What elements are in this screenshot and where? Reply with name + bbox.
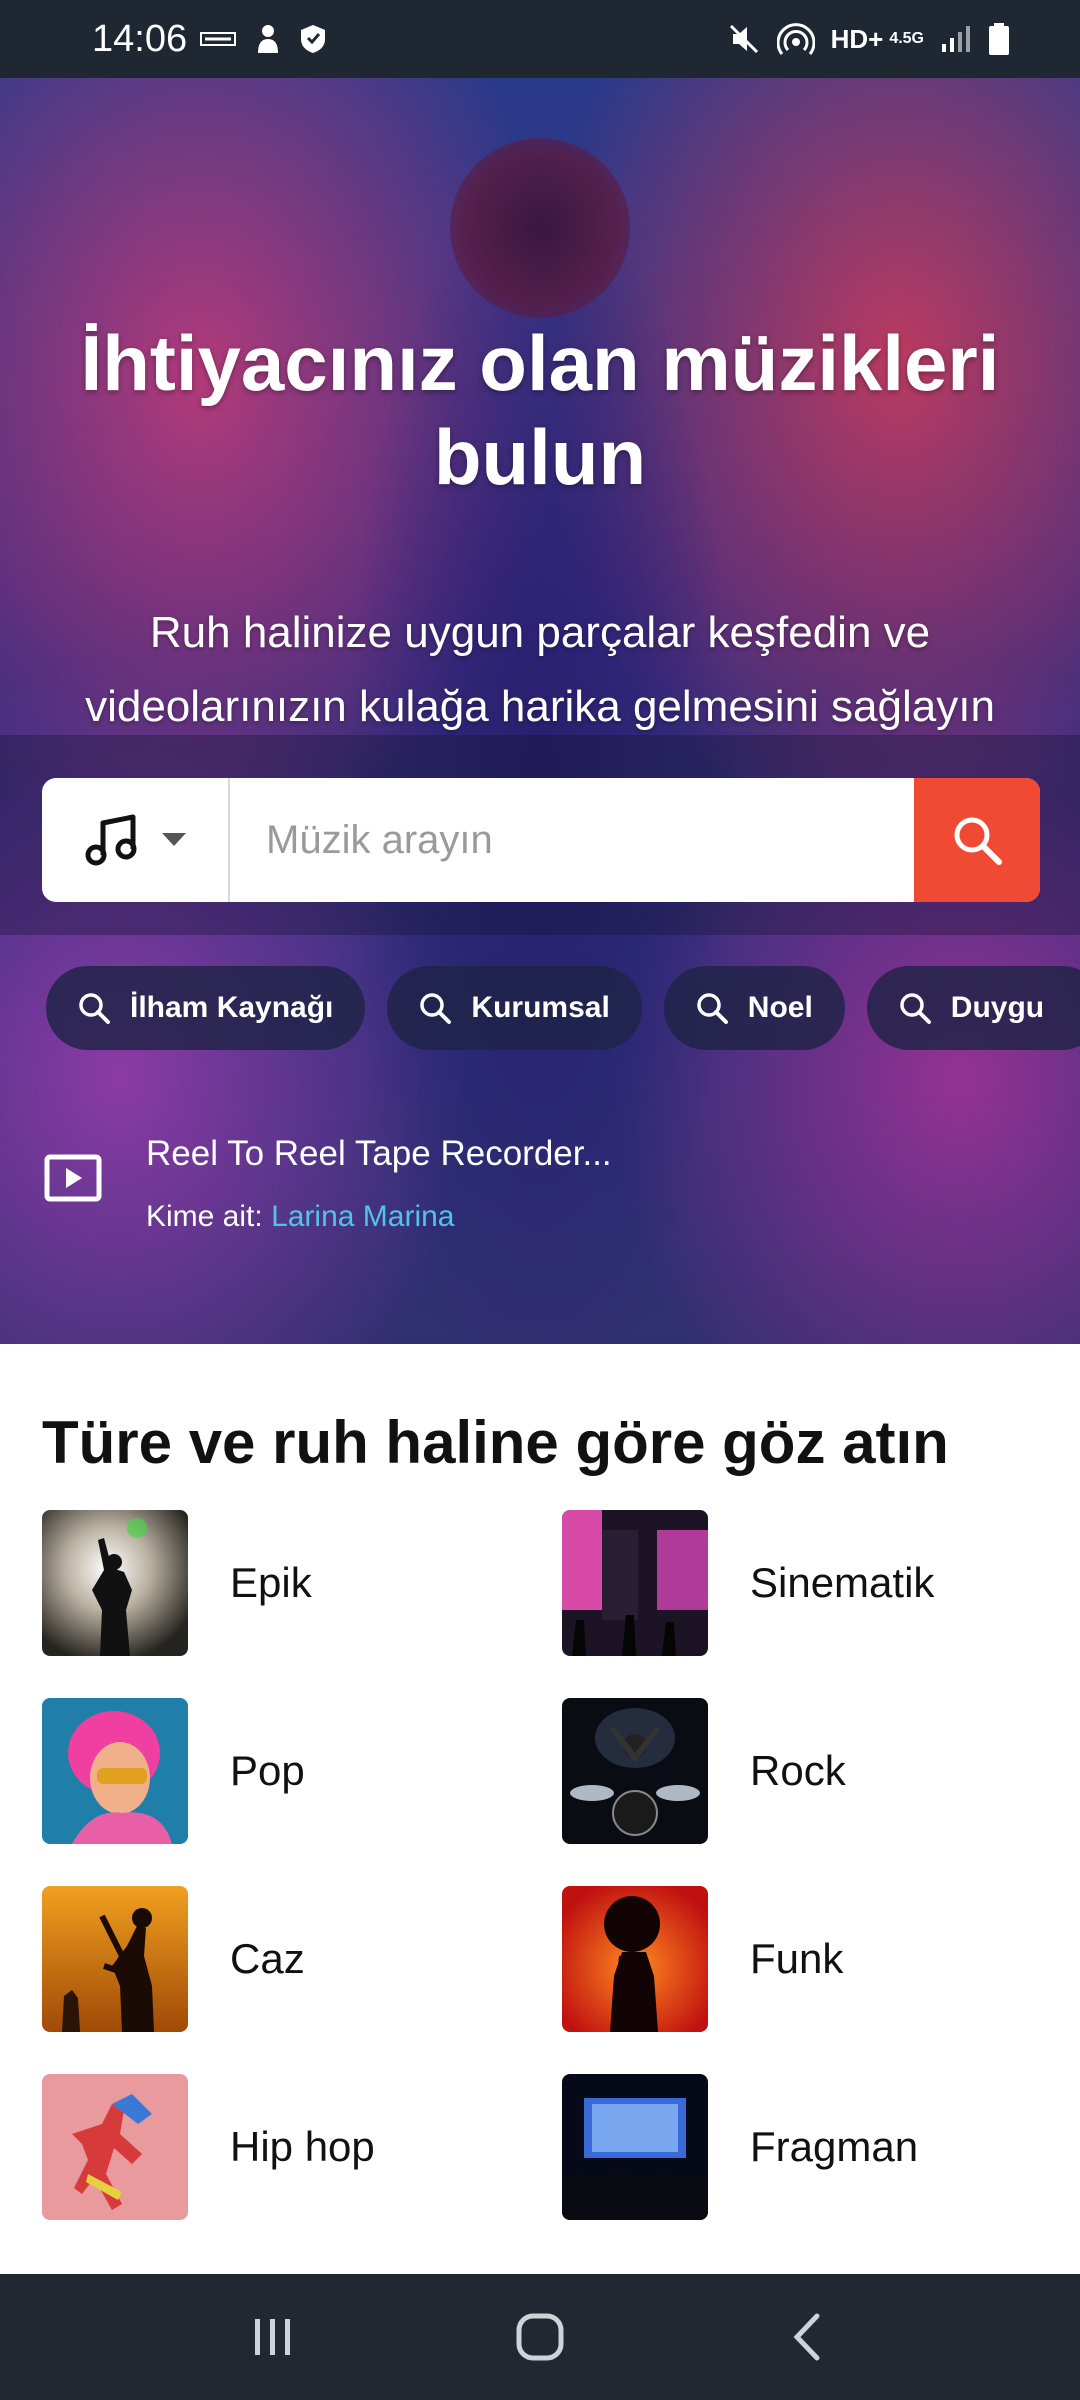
hero-title: İhtiyacınız olan müzikleri bulun: [40, 316, 1040, 504]
recents-icon: [255, 2319, 291, 2355]
hero-background-decoration: [450, 138, 630, 318]
home-button[interactable]: [480, 2292, 600, 2382]
now-playing-title[interactable]: Reel To Reel Tape Recorder...: [146, 1134, 612, 1174]
genre-label: Rock: [750, 1747, 846, 1794]
chip-label: İlham Kaynağı: [130, 991, 334, 1024]
search-icon: [697, 993, 728, 1024]
genre-label: Sinematik: [750, 1559, 935, 1606]
status-right-icons: HD+ 4.5G: [727, 18, 1010, 60]
shield-icon: [301, 25, 325, 53]
search-icon: [420, 993, 452, 1024]
genre-item-epik[interactable]: Epik: [42, 1510, 522, 1656]
genre-label: Fragman: [750, 2123, 919, 2170]
chip-kurumsal[interactable]: Kurumsal: [387, 966, 642, 1050]
search-icon: [79, 993, 110, 1024]
genre-thumbnail: [42, 1698, 188, 1844]
genre-thumbnail: [562, 1886, 708, 2032]
hotspot-icon: [776, 23, 815, 55]
hero-banner: İhtiyacınız olan müzikleri bulun Ruh hal…: [0, 78, 1080, 1344]
video-play-icon[interactable]: [44, 1154, 102, 1202]
genre-item-rock[interactable]: Rock: [562, 1698, 1042, 1844]
genre-item-sinematik[interactable]: Sinematik: [562, 1510, 1042, 1656]
genre-thumbnail: [562, 2074, 708, 2220]
genre-thumbnail: [42, 1510, 188, 1656]
genres-section-title: Türe ve ruh haline göre göz atın: [42, 1409, 949, 1476]
genre-item-hip-hop[interactable]: Hip hop: [42, 2074, 522, 2220]
author-link[interactable]: Larina Marina: [271, 1200, 454, 1233]
signal-icon: [942, 26, 970, 52]
search-bar: [42, 778, 1040, 902]
back-icon: [793, 2313, 820, 2361]
hero-title-line2: bulun: [433, 413, 647, 501]
battery-icon: [989, 23, 1009, 55]
hero-subtitle-line1: Ruh halinize uygun parçalar keşfedin ve: [149, 608, 931, 657]
chip-label: Kurumsal: [471, 991, 610, 1024]
hero-title-line1: İhtiyacınız olan müzikleri: [80, 319, 1000, 407]
chip-duygu[interactable]: Duygu: [866, 966, 1080, 1050]
chip-noel[interactable]: Noel: [663, 966, 845, 1050]
mute-icon: [729, 24, 758, 54]
search-button[interactable]: [914, 778, 1040, 902]
status-bar: 14:06 HD+ 4.5G: [0, 0, 1080, 78]
chip-ilham-kaynagi[interactable]: İlham Kaynağı: [46, 966, 366, 1050]
now-playing-author: Kime ait: Larina Marina: [146, 1200, 455, 1234]
search-icon: [900, 993, 931, 1024]
genre-label: Pop: [230, 1747, 305, 1794]
genre-item-funk[interactable]: Funk: [562, 1886, 1042, 2032]
genre-thumbnail: [562, 1698, 708, 1844]
chevron-down-icon: [162, 833, 186, 846]
genre-label: Hip hop: [230, 2123, 375, 2170]
back-button[interactable]: [747, 2292, 867, 2382]
hero-subtitle-line2: videolarınızın kulağa harika gelmesini s…: [85, 682, 995, 731]
chip-label: Noel: [747, 991, 813, 1024]
music-note-icon: [85, 814, 137, 866]
status-time: 14:06: [92, 18, 188, 60]
recents-button[interactable]: [213, 2292, 333, 2382]
network-label: HD+: [830, 23, 884, 54]
genre-label: Caz: [230, 1935, 305, 1982]
genre-item-fragman[interactable]: Fragman: [562, 2074, 1042, 2220]
genre-thumbnail: [42, 2074, 188, 2220]
hero-subtitle: Ruh halinize uygun parçalar keşfedin ve …: [30, 596, 1050, 744]
hand-icon: [258, 25, 278, 53]
system-nav-bar: [0, 2274, 1080, 2400]
genre-thumbnail: [42, 1886, 188, 2032]
genre-label: Funk: [750, 1935, 844, 1982]
message-icon: [200, 32, 236, 46]
status-left-icons: [200, 18, 326, 60]
search-category-dropdown[interactable]: [42, 778, 230, 902]
genre-label: Epik: [230, 1559, 312, 1606]
genre-item-caz[interactable]: Caz: [42, 1886, 522, 2032]
home-icon: [516, 2313, 564, 2361]
network-type: 4.5G: [889, 30, 924, 47]
author-prefix: Kime ait:: [146, 1200, 263, 1233]
chip-label: Duygu: [950, 991, 1045, 1024]
search-icon: [954, 817, 1002, 865]
genre-item-pop[interactable]: Pop: [42, 1698, 522, 1844]
search-input[interactable]: [230, 778, 914, 902]
genre-thumbnail: [562, 1510, 708, 1656]
suggestion-chips: İlham Kaynağı Kurumsal Noel Duygu: [46, 966, 1080, 1050]
